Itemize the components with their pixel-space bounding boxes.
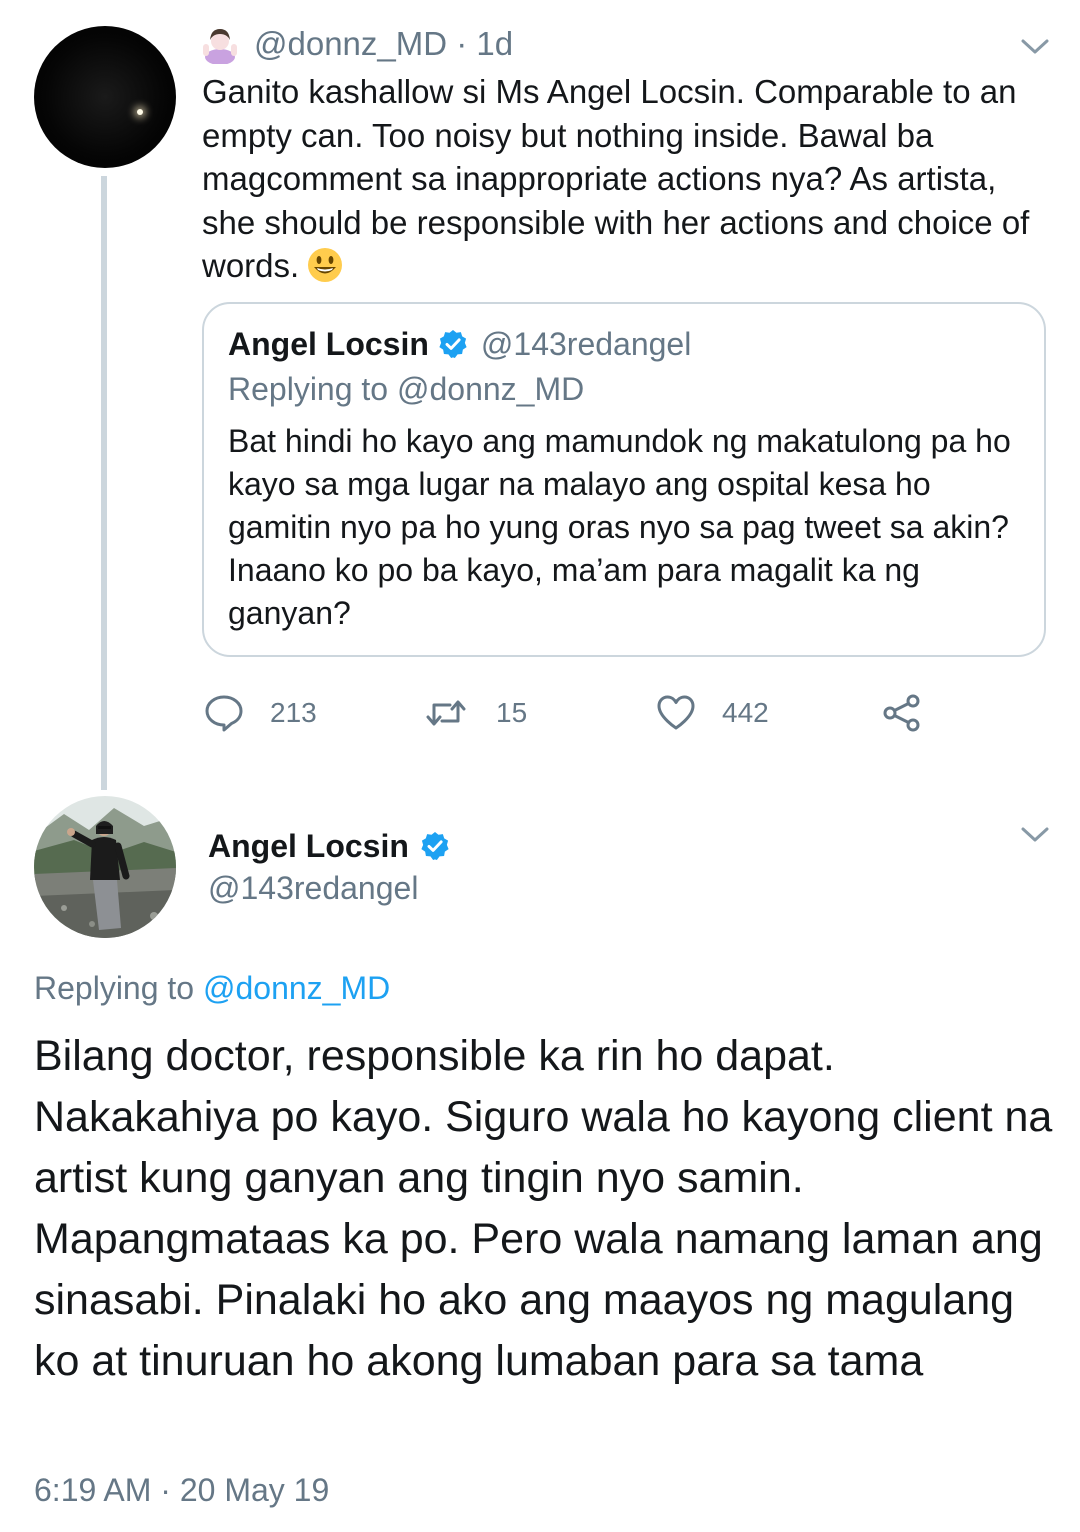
parent-tweet-avatar[interactable] xyxy=(34,26,176,168)
profile-photo-icon xyxy=(34,796,176,938)
like-count: 442 xyxy=(722,697,769,728)
main-tweet-timestamp[interactable]: 6:19 AM · 20 May 19 xyxy=(34,1472,329,1509)
thread-connector-line xyxy=(101,176,107,790)
share-icon xyxy=(883,694,920,732)
main-replying-prefix: Replying to xyxy=(34,970,203,1006)
verified-badge-icon xyxy=(421,832,449,860)
share-action[interactable] xyxy=(882,690,922,736)
quoted-tweet-name[interactable]: Angel Locsin xyxy=(228,326,429,363)
parent-tweet-header: @donnz_MD · 1d xyxy=(202,22,513,66)
retweet-count: 15 xyxy=(496,697,528,728)
quoted-replying-to: Replying to @donnz_MD xyxy=(228,371,584,408)
main-tweet-author: Angel Locsin xyxy=(208,824,463,868)
main-replying-to: Replying to @donnz_MD xyxy=(34,970,390,1007)
quoted-replying-handle: @donnz_MD xyxy=(396,371,585,407)
reply-action[interactable]: 213 xyxy=(204,690,317,736)
chevron-down-icon[interactable] xyxy=(1020,38,1050,56)
main-replying-handle-link[interactable]: @donnz_MD xyxy=(203,970,390,1006)
main-tweet-handle[interactable]: @143redangel xyxy=(208,870,418,907)
parent-tweet-handle[interactable]: @donnz_MD xyxy=(254,25,447,63)
verified-badge-icon xyxy=(439,330,467,358)
retweet-action[interactable]: 15 xyxy=(426,690,527,736)
quoted-tweet-body: Bat hindi ho kayo ang mamundok ng makatu… xyxy=(228,423,1011,631)
main-tweet-avatar[interactable] xyxy=(34,796,176,938)
reply-count: 213 xyxy=(270,697,317,728)
quoted-tweet-handle[interactable]: @143redangel xyxy=(481,326,691,363)
quoted-tweet-header: Angel Locsin @143redangel xyxy=(228,322,691,366)
chevron-down-icon[interactable] xyxy=(1020,826,1050,844)
reply-icon xyxy=(205,695,243,732)
smiling-face-emoji-icon xyxy=(308,248,343,282)
heart-icon xyxy=(657,695,695,730)
retweet-icon xyxy=(426,700,466,726)
like-action[interactable]: 442 xyxy=(656,690,769,736)
main-tweet-name[interactable]: Angel Locsin xyxy=(208,828,409,865)
quoted-replying-prefix: Replying to xyxy=(228,371,397,407)
main-tweet-body: Bilang doctor, responsible ka rin ho dap… xyxy=(34,1032,1053,1385)
parent-tweet-age: 1d xyxy=(476,25,514,62)
time-separator: · xyxy=(447,25,477,62)
person-shrugging-emoji-icon xyxy=(203,29,237,64)
avatar-star-glow xyxy=(137,109,143,115)
parent-tweet-body: Ganito kashallow si Ms Angel Locsin. Com… xyxy=(202,70,1052,288)
